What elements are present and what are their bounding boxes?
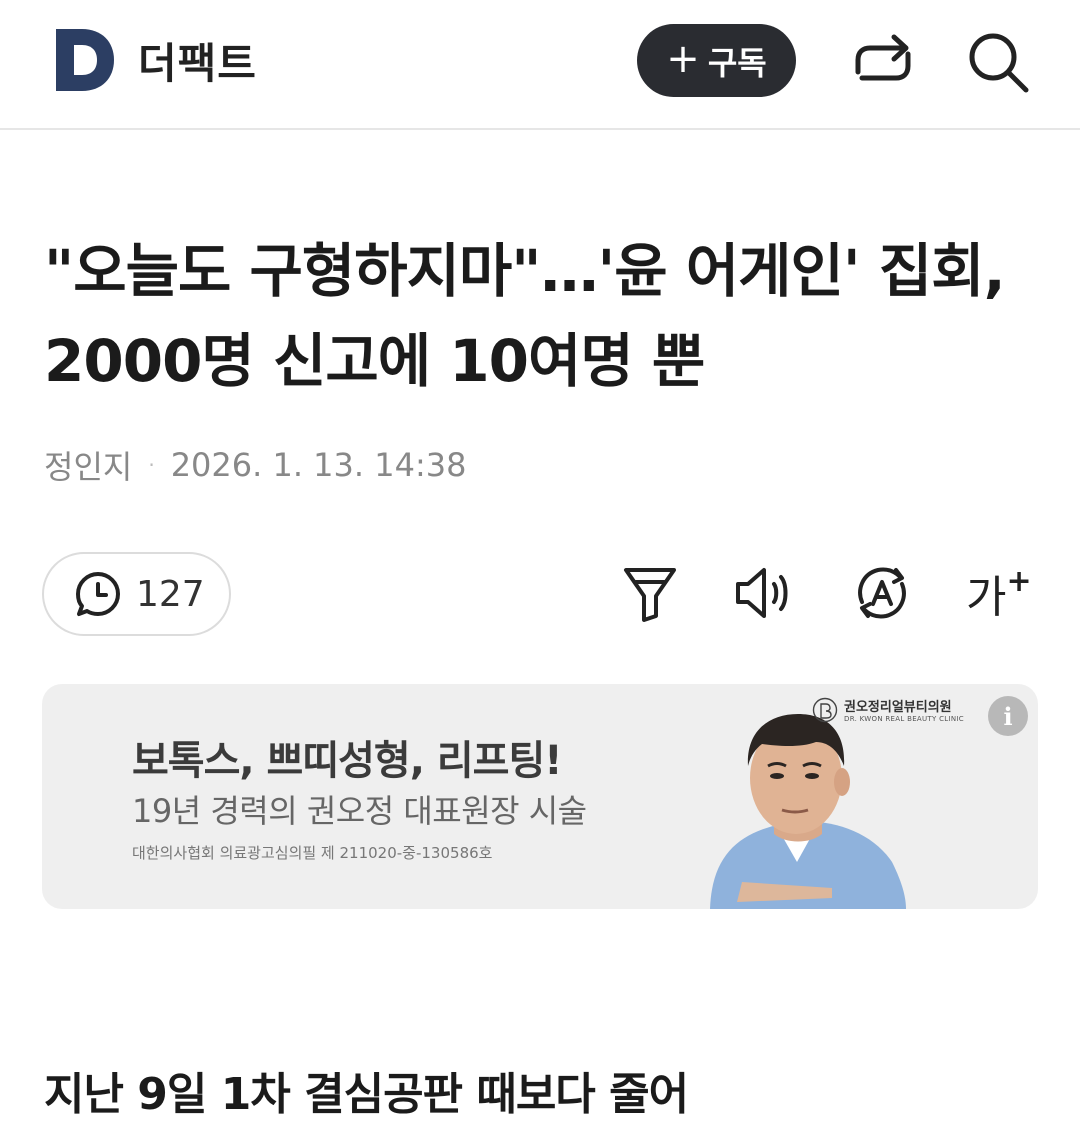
article-subheading: 지난 9일 1차 결심공판 때보다 줄어 — [44, 1069, 689, 1120]
share-icon[interactable] — [852, 32, 914, 90]
plus-icon: + — [666, 35, 700, 82]
author-name[interactable]: 정인지 — [44, 442, 132, 488]
subscribe-label: 구독 — [707, 43, 767, 82]
article-headline: "오늘도 구형하지마"…'윤 어게인' 집회, 2000명 신고에 10여명 뿐 — [44, 237, 1006, 395]
search-icon[interactable] — [966, 30, 1030, 94]
brand-name[interactable]: 더팩트 — [138, 30, 257, 91]
comments-button[interactable]: 127 — [42, 552, 231, 636]
comment-count: 127 — [136, 573, 205, 615]
translate-icon[interactable] — [852, 562, 912, 624]
logo-icon[interactable] — [54, 29, 116, 91]
audio-icon[interactable] — [734, 562, 794, 624]
ad-title: 보톡스, 쁘띠성형, 리프팅! — [132, 738, 562, 784]
font-size-plus: + — [1006, 563, 1032, 599]
byline: 정인지 · 2026. 1. 13. 14:38 — [44, 442, 466, 488]
font-size-label: 가 — [966, 572, 1007, 623]
subscribe-button[interactable]: + 구독 — [637, 24, 796, 97]
doctor-photo — [710, 714, 906, 909]
clinic-seal-icon — [812, 697, 838, 722]
font-size-button[interactable]: 가 + — [966, 562, 1032, 624]
ad-notice: 대한의사협회 의료광고심의필 제 211020-중-130586호 — [132, 844, 493, 862]
ad-info-icon[interactable]: i — [988, 696, 1028, 736]
top-bar: 더팩트 + 구독 — [0, 0, 1080, 130]
clinic-logo: 권오정리얼뷰티의원 DR. KWON REAL BEAUTY CLINIC — [812, 696, 964, 723]
comment-icon — [76, 572, 120, 616]
publish-date: 2026. 1. 13. 14:38 — [170, 446, 467, 484]
byline-separator: · — [148, 453, 155, 477]
clinic-name-kr: 권오정리얼뷰티의원 — [844, 700, 952, 715]
ad-banner[interactable]: 보톡스, 쁘띠성형, 리프팅! 19년 경력의 권오정 대표원장 시술 대한의사… — [42, 684, 1038, 909]
filter-icon[interactable] — [620, 562, 680, 624]
ad-subtitle: 19년 경력의 권오정 대표원장 시술 — [132, 792, 587, 830]
clinic-name-en: DR. KWON REAL BEAUTY CLINIC — [844, 715, 964, 723]
